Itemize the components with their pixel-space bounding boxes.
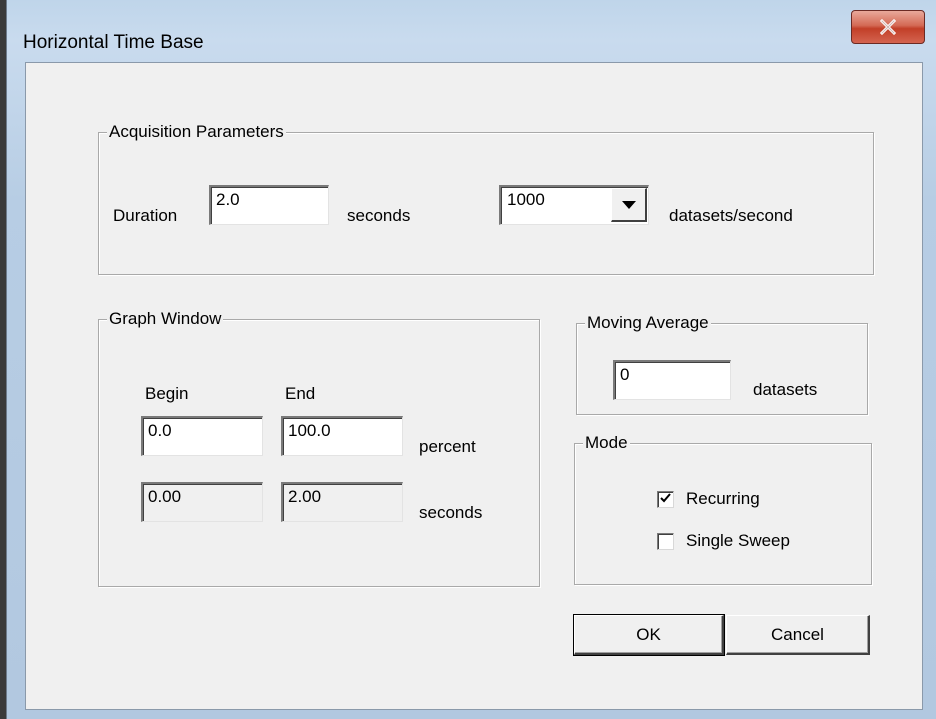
single-sweep-checkbox-row[interactable]: Single Sweep — [657, 531, 790, 551]
acquisition-parameters-group: Acquisition Parameters Duration 2.0 seco… — [98, 122, 874, 275]
rate-unit-label: datasets/second — [669, 206, 793, 225]
end-percent-input[interactable]: 100.0 — [281, 416, 403, 456]
rate-select-value: 1000 — [507, 190, 545, 209]
duration-input[interactable]: 2.0 — [209, 185, 329, 225]
single-sweep-label: Single Sweep — [686, 531, 790, 550]
recurring-checkbox[interactable] — [657, 490, 674, 508]
moving-average-group: Moving Average 0 datasets — [576, 313, 868, 415]
percent-unit-label: percent — [419, 437, 476, 456]
recurring-checkbox-row[interactable]: Recurring — [657, 489, 760, 509]
rate-select[interactable]: 1000 — [499, 185, 649, 225]
moving-average-label: Moving Average — [585, 313, 711, 333]
begin-percent-input[interactable]: 0.0 — [141, 416, 263, 456]
rate-select-dropdown-button[interactable] — [611, 188, 647, 222]
recurring-label: Recurring — [686, 489, 760, 508]
window-title: Horizontal Time Base — [23, 32, 204, 53]
duration-unit-label: seconds — [347, 206, 411, 225]
mode-group: Mode Recurring Single Sweep — [574, 433, 872, 585]
chevron-down-icon — [621, 196, 636, 214]
close-button[interactable] — [851, 10, 925, 44]
moving-average-input[interactable]: 0 — [613, 360, 731, 400]
seconds-unit-label: seconds — [419, 503, 483, 522]
check-icon — [660, 490, 671, 508]
dialog-client-area: Acquisition Parameters Duration 2.0 seco… — [25, 62, 923, 710]
moving-average-unit-label: datasets — [753, 380, 818, 399]
single-sweep-checkbox[interactable] — [657, 532, 674, 550]
cancel-button[interactable]: Cancel — [726, 615, 870, 655]
close-icon — [880, 19, 896, 35]
graph-window-label: Graph Window — [107, 309, 224, 329]
end-seconds-field: 2.00 — [281, 482, 403, 522]
end-label: End — [285, 384, 316, 403]
dialog-window: Horizontal Time Base Acquisition Paramet… — [6, 0, 936, 719]
begin-label: Begin — [145, 384, 189, 403]
ok-button[interactable]: OK — [573, 614, 725, 656]
begin-seconds-field: 0.00 — [141, 482, 263, 522]
graph-window-group: Graph Window Begin End 0.0 100.0 percent… — [98, 309, 540, 587]
mode-label: Mode — [583, 433, 630, 453]
acquisition-parameters-label: Acquisition Parameters — [107, 122, 286, 142]
duration-label: Duration — [113, 206, 178, 225]
